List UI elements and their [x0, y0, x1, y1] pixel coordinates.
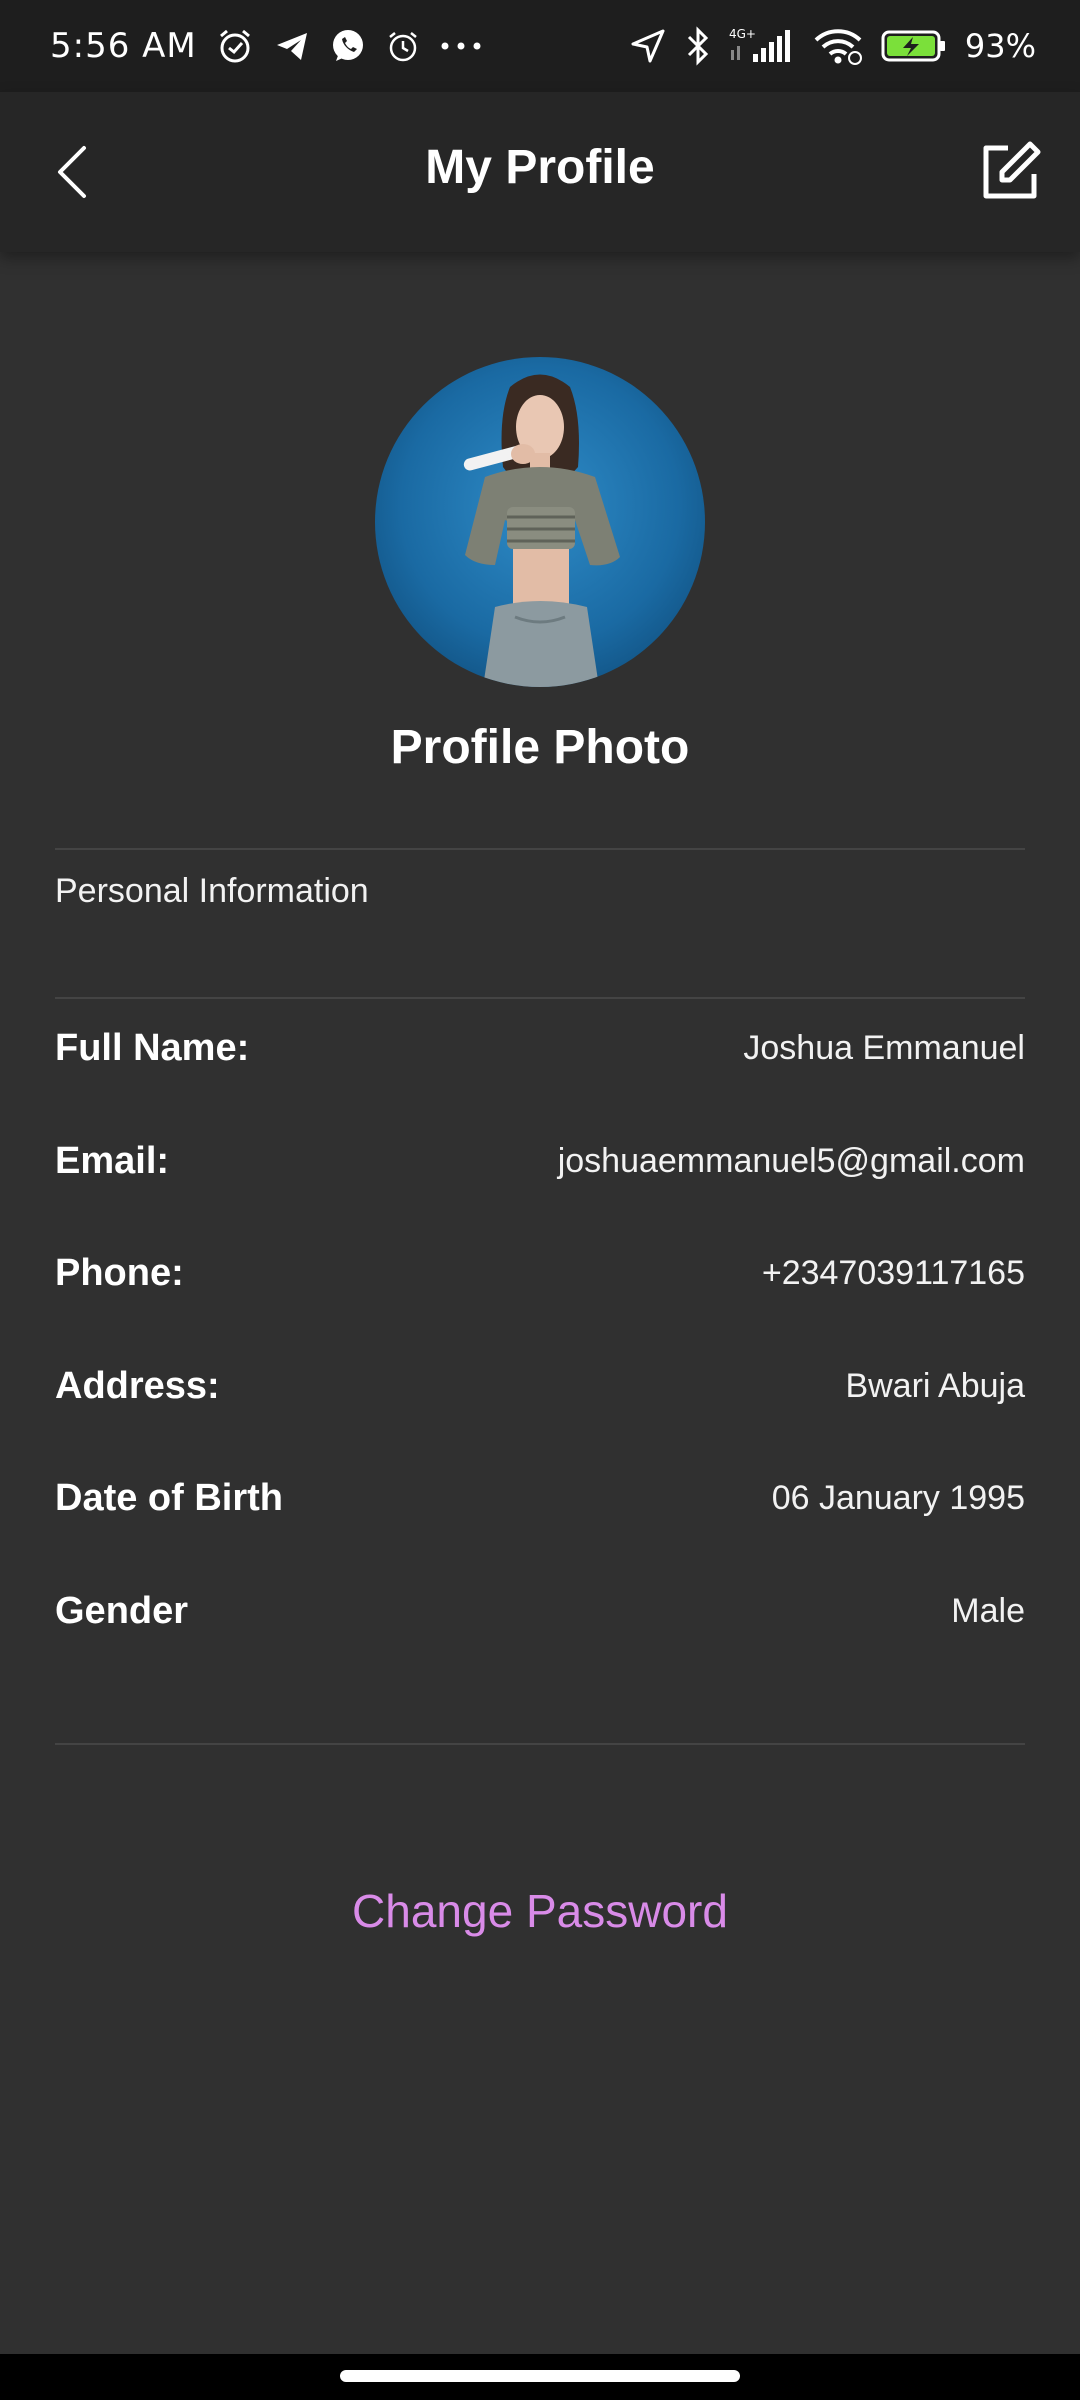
system-nav-bar: [0, 2354, 1080, 2400]
info-row-gender: Gender Male: [55, 1581, 1025, 1641]
divider: [55, 997, 1025, 999]
status-bar-right: 4G+ 93%: [629, 26, 1036, 66]
info-row-email: Email: joshuaemmanuel5@gmail.com: [55, 1131, 1025, 1191]
profile-photo: [375, 357, 705, 687]
avatar[interactable]: [375, 357, 705, 687]
edit-icon: [983, 141, 1041, 199]
email-value: joshuaemmanuel5@gmail.com: [557, 1141, 1025, 1180]
divider: [55, 1743, 1025, 1745]
status-bar: 5:56 AM 4G+ 93%: [0, 0, 1080, 92]
date-of-birth-value: 06 January 1995: [771, 1478, 1025, 1517]
info-row-full-name: Full Name: Joshua Emmanuel: [55, 1018, 1025, 1078]
network-type-label: 4G+: [729, 27, 756, 41]
whatsapp-icon: [329, 27, 367, 65]
personal-information-heading: Personal Information: [55, 872, 369, 910]
page-title: My Profile: [425, 141, 655, 194]
alarm-icon: [215, 26, 255, 66]
battery-percent: 93%: [964, 27, 1036, 65]
status-bar-left: 5:56 AM: [50, 26, 483, 66]
battery-icon: [881, 29, 947, 63]
status-time: 5:56 AM: [50, 26, 197, 66]
wifi-icon: [813, 26, 863, 66]
alarm-icon: [385, 28, 421, 64]
edit-profile-button[interactable]: [978, 138, 1044, 204]
divider: [55, 848, 1025, 850]
telegram-icon: [273, 27, 311, 65]
date-of-birth-label: Date of Birth: [55, 1476, 283, 1519]
full-name-value: Joshua Emmanuel: [743, 1028, 1025, 1067]
phone-label: Phone:: [55, 1251, 184, 1294]
phone-value: +2347039117165: [761, 1253, 1025, 1292]
email-label: Email:: [55, 1139, 170, 1182]
info-row-address: Address: Bwari Abuja: [55, 1356, 1025, 1416]
home-indicator[interactable]: [340, 2370, 740, 2382]
info-row-phone: Phone: +2347039117165: [55, 1243, 1025, 1303]
address-label: Address:: [55, 1364, 220, 1407]
profile-photo-label: Profile Photo: [390, 721, 690, 774]
info-row-date-of-birth: Date of Birth 06 January 1995: [55, 1468, 1025, 1528]
signal-icon: 4G+: [729, 26, 795, 66]
more-icon: [439, 40, 483, 52]
location-icon: [629, 27, 667, 65]
full-name-label: Full Name:: [55, 1026, 250, 1069]
app-bar: My Profile: [0, 92, 1080, 252]
change-password-button[interactable]: Change Password: [0, 1884, 1080, 1938]
address-value: Bwari Abuja: [845, 1366, 1025, 1405]
gender-value: Male: [951, 1591, 1025, 1630]
gender-label: Gender: [55, 1589, 189, 1632]
bluetooth-icon: [685, 26, 711, 66]
